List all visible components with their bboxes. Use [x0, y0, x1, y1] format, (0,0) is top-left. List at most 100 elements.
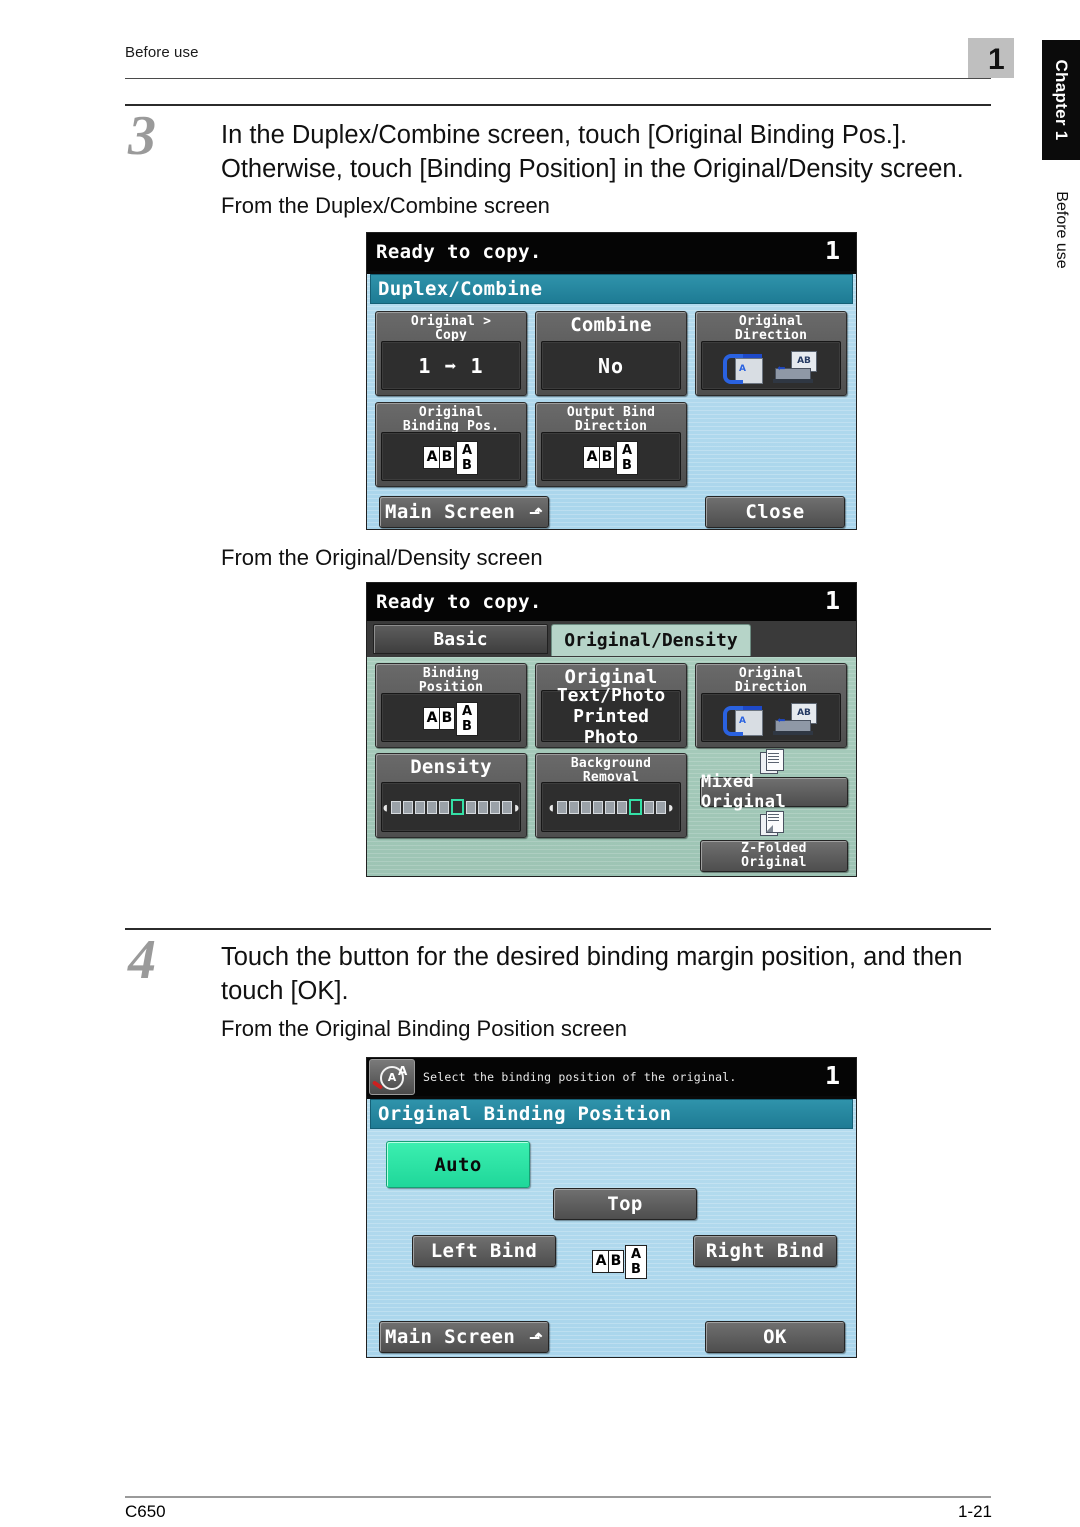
auto-button-label: Auto	[434, 1153, 482, 1176]
step-3-text: In the Duplex/Combine screen, touch [Ori…	[221, 118, 1011, 186]
tile-original-copy[interactable]: Original > Copy 1 ➡ 1	[375, 311, 527, 396]
tile-original-binding-pos[interactable]: Original Binding Pos. ABAB	[375, 402, 527, 487]
tile-combine-value: No	[597, 353, 625, 378]
close-button[interactable]: Close	[705, 496, 845, 528]
step-3-line-1: In the Duplex/Combine screen, touch [Ori…	[221, 121, 908, 149]
copy-count: 1	[824, 236, 840, 265]
mixed-original-button[interactable]: Mixed Original	[700, 772, 848, 812]
status-bar-2: Ready to copy. 1	[367, 583, 856, 621]
z-folded-original-button[interactable]: Z-Folded Original	[700, 840, 848, 872]
auto-detect-icon: AA	[369, 1059, 415, 1095]
tab-original-density[interactable]: Original/Density	[551, 624, 751, 656]
original-density-body: Binding Position ABAB Original Type Text…	[367, 657, 856, 876]
auto-button[interactable]: Auto	[386, 1141, 530, 1188]
main-screen-button-3-label: Main Screen	[384, 1326, 516, 1348]
status-message: Ready to copy.	[376, 241, 542, 263]
binding-position-body: Original Binding Position Auto Top Left …	[367, 1099, 856, 1357]
caption-duplex-combine: From the Duplex/Combine screen	[221, 193, 550, 218]
tile-density[interactable]: Density ◖ ◗	[375, 753, 527, 838]
tile-original-copy-well: 1 ➡ 1	[381, 341, 521, 390]
tile-original-copy-label: Original > Copy	[410, 314, 492, 343]
lcd-duplex-combine-screen: Ready to copy. 1 Duplex/Combine Original…	[366, 232, 857, 530]
step-3-line-2: Otherwise, touch [Binding Position] in t…	[221, 155, 964, 183]
tile-binding-position-label: Binding Position	[418, 666, 484, 695]
chapter-tab: Chapter 1	[1042, 40, 1080, 160]
duplex-combine-body: Duplex/Combine Original > Copy 1 ➡ 1 Com…	[367, 274, 856, 529]
tile-original-type[interactable]: Original Type Text/Photo Printed Photo	[535, 663, 687, 748]
top-bind-button-label: Top	[607, 1193, 643, 1215]
tile-original-copy-value: 1 ➡ 1	[418, 353, 484, 378]
running-head: Before use	[125, 44, 199, 61]
tile-output-bind-direction-well: ABAB	[541, 432, 681, 481]
close-button-label: Close	[745, 501, 805, 523]
copy-count-2: 1	[824, 586, 840, 615]
original-direction-icon-2: A AB ⬅	[719, 698, 823, 738]
chapter-subtab-label: Before use	[1053, 191, 1070, 269]
step-3-number: 3	[128, 105, 156, 167]
tile-density-label: Density	[410, 756, 492, 778]
header-chapter-number: 1	[988, 43, 1005, 76]
original-direction-icon: A AB ⬅	[719, 346, 823, 386]
right-bind-button[interactable]: Right Bind	[693, 1235, 837, 1267]
status-bar-3: AA Select the binding position of the or…	[367, 1058, 856, 1096]
tile-combine-well: No	[541, 341, 681, 390]
tab-basic[interactable]: Basic	[373, 624, 548, 654]
binding-position-icon-2: ABAB	[423, 701, 479, 736]
tile-original-direction-2-well: A AB ⬅	[701, 693, 841, 742]
tile-binding-position-well: ABAB	[381, 693, 521, 742]
step-4-rule	[125, 928, 991, 930]
ok-button-label: OK	[763, 1326, 787, 1348]
lcd-binding-position-screen: AA Select the binding position of the or…	[366, 1057, 857, 1358]
background-removal-slider[interactable]: ◖ ◗	[548, 799, 674, 815]
main-screen-button-3[interactable]: Main Screen ⬏	[379, 1321, 549, 1353]
output-bind-direction-icon: ABAB	[583, 440, 639, 475]
tile-density-well: ◖ ◗	[381, 782, 521, 832]
copy-count-3: 1	[824, 1061, 840, 1090]
tile-background-removal[interactable]: Background Removal ◖ ◗	[535, 753, 687, 838]
tile-combine[interactable]: Combine No	[535, 311, 687, 396]
tile-original-binding-pos-label: Original Binding Pos.	[402, 405, 500, 434]
main-screen-button[interactable]: Main Screen ⬏	[379, 496, 549, 528]
left-bind-button-label: Left Bind	[430, 1240, 538, 1262]
tile-original-binding-pos-well: ABAB	[381, 432, 521, 481]
tile-background-removal-label: Background Removal	[570, 756, 652, 785]
panel-title-3: Original Binding Position	[370, 1099, 853, 1129]
tile-original-direction-2-label: Original Direction	[734, 666, 808, 695]
tab-original-density-label: Original/Density	[564, 630, 738, 651]
mixed-original-button-label: Mixed Original	[701, 772, 787, 812]
status-message-2: Ready to copy.	[376, 591, 542, 613]
caption-binding-position: From the Original Binding Position scree…	[221, 1016, 627, 1041]
step-4-line-1: Touch the button for the desired binding…	[221, 943, 963, 971]
ok-button[interactable]: OK	[705, 1321, 845, 1353]
tile-original-type-well: Text/Photo Printed Photo	[541, 685, 681, 748]
status-message-3: Select the binding position of the origi…	[423, 1070, 737, 1084]
lcd-original-density-screen: Ready to copy. 1 Basic Original/Density …	[366, 582, 857, 877]
top-bind-button[interactable]: Top	[553, 1188, 697, 1220]
left-bind-button[interactable]: Left Bind	[412, 1235, 556, 1267]
main-screen-button-label: Main Screen	[384, 501, 516, 523]
tile-background-removal-well: ◖ ◗	[541, 782, 681, 832]
tile-combine-label: Combine	[570, 314, 652, 336]
z-folded-original-button-label: Z-Folded Original	[741, 841, 807, 870]
footer-model: C650	[125, 1502, 166, 1521]
tile-original-type-value: Text/Photo Printed Photo	[556, 684, 666, 748]
z-folded-original-icon	[760, 811, 786, 837]
status-bar: Ready to copy. 1	[367, 233, 856, 271]
chapter-tab-label: Chapter 1	[1052, 59, 1071, 141]
tile-original-direction-2[interactable]: Original Direction A AB ⬅	[695, 663, 847, 748]
tile-output-bind-direction[interactable]: Output Bind Direction ABAB	[535, 402, 687, 487]
header-rule	[125, 78, 991, 79]
tile-original-direction[interactable]: Original Direction A AB ⬅	[695, 311, 847, 396]
manual-page: Before use 1 Chapter 1 Before use 3 In t…	[0, 0, 1080, 1527]
tab-row: Basic Original/Density	[367, 621, 856, 657]
tile-binding-position[interactable]: Binding Position ABAB	[375, 663, 527, 748]
binding-position-icon: ABAB	[423, 440, 479, 475]
tile-output-bind-direction-label: Output Bind Direction	[566, 405, 656, 434]
step-3-rule	[125, 104, 991, 106]
binding-position-preview-icon: ABAB	[592, 1245, 648, 1279]
caption-original-density: From the Original/Density screen	[221, 545, 543, 570]
density-slider[interactable]: ◖ ◗	[382, 799, 520, 815]
panel-title: Duplex/Combine	[370, 274, 853, 304]
right-bind-button-label: Right Bind	[705, 1240, 825, 1262]
main-screen-arrow-icon-3: ⬏	[529, 1327, 543, 1347]
